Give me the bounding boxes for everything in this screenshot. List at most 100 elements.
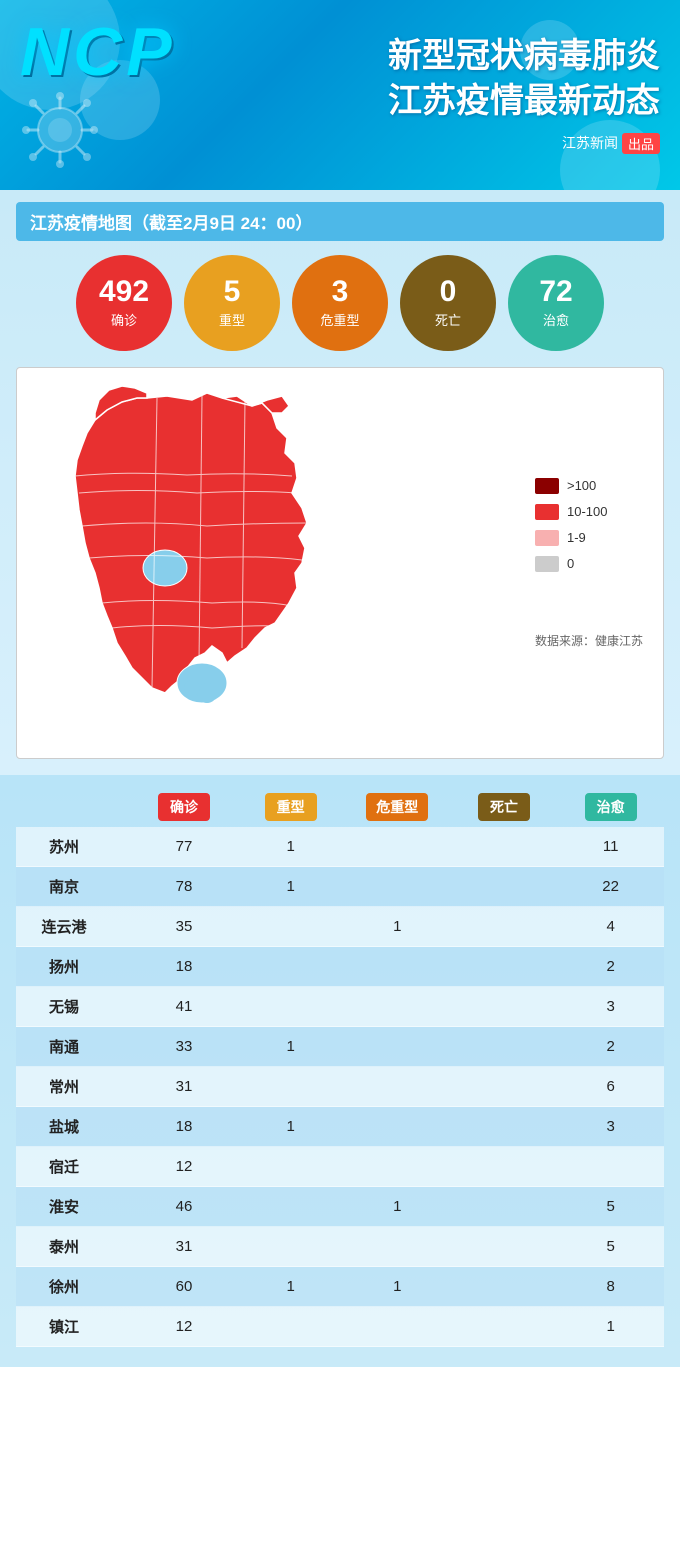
- city-name: 常州: [16, 1067, 112, 1107]
- city-name: 宿迁: [16, 1147, 112, 1187]
- city-name: 镇江: [16, 1307, 112, 1347]
- severe-cell: [237, 1067, 344, 1107]
- table-row: 宿迁 12: [16, 1147, 664, 1187]
- critical-cell: 1: [344, 1187, 451, 1227]
- city-name: 南通: [16, 1027, 112, 1067]
- recovered-cell: [557, 1147, 664, 1187]
- legend-color-0: [535, 556, 559, 572]
- data-source: 数据来源：健康江苏: [535, 632, 643, 649]
- confirmed-cell: 78: [131, 867, 238, 907]
- confirmed-cell: 77: [131, 827, 238, 867]
- legend-item-0: 0: [535, 556, 607, 572]
- spacer: [112, 1067, 131, 1107]
- recovered-cell: 8: [557, 1267, 664, 1307]
- critical-cell: 1: [344, 907, 451, 947]
- th-city: [16, 787, 112, 827]
- critical-cell: [344, 867, 451, 907]
- table-row: 无锡 41 3: [16, 987, 664, 1027]
- confirmed-cell: 60: [131, 1267, 238, 1307]
- confirmed-label: 确诊: [111, 310, 137, 329]
- severe-cell: [237, 947, 344, 987]
- legend-label-100plus: >100: [567, 478, 596, 493]
- death-cell: [451, 1267, 558, 1307]
- th-severe-label: 重型: [265, 793, 317, 821]
- death-cell: [451, 827, 558, 867]
- severe-num: 5: [224, 277, 241, 307]
- severe-cell: 1: [237, 1267, 344, 1307]
- death-cell: [451, 947, 558, 987]
- recovered-cell: 1: [557, 1307, 664, 1347]
- legend-color-1-9: [535, 530, 559, 546]
- critical-cell: [344, 1307, 451, 1347]
- recovered-cell: 3: [557, 1107, 664, 1147]
- severe-cell: 1: [237, 827, 344, 867]
- th-confirmed-label: 确诊: [158, 793, 210, 821]
- map-container: >100 10-100 1-9 0 数据来源：健康江苏: [16, 367, 664, 759]
- death-cell: [451, 1147, 558, 1187]
- recovered-cell: 6: [557, 1067, 664, 1107]
- legend-color-100plus: [535, 478, 559, 494]
- critical-cell: [344, 1107, 451, 1147]
- death-cell: [451, 1107, 558, 1147]
- legend-label-1-9: 1-9: [567, 530, 586, 545]
- confirmed-cell: 46: [131, 1187, 238, 1227]
- recovered-cell: 3: [557, 987, 664, 1027]
- virus-icon: [20, 90, 100, 170]
- legend-area: >100 10-100 1-9 0 数据来源：健康江苏: [535, 478, 653, 649]
- severe-label: 重型: [219, 310, 245, 329]
- severe-cell: [237, 987, 344, 1027]
- death-cell: [451, 1187, 558, 1227]
- death-cell: [451, 1227, 558, 1267]
- th-death-label: 死亡: [478, 793, 530, 821]
- city-name: 盐城: [16, 1107, 112, 1147]
- critical-cell: [344, 1227, 451, 1267]
- stat-confirmed: 492 确诊: [76, 255, 172, 351]
- header-right: 新型冠状病毒肺炎江苏疫情最新动态 江苏新闻 出品: [176, 34, 660, 153]
- table-row: 泰州315: [16, 1227, 664, 1267]
- stat-death: 0 死亡: [400, 255, 496, 351]
- spacer: [112, 827, 131, 867]
- severe-cell: [237, 1227, 344, 1267]
- critical-cell: [344, 1147, 451, 1187]
- severe-cell: [237, 1187, 344, 1227]
- ncp-logo: NCP: [20, 18, 176, 86]
- confirmed-cell: 41: [131, 987, 238, 1027]
- table-row: 扬州182: [16, 947, 664, 987]
- critical-cell: 1: [344, 1267, 451, 1307]
- city-name: 淮安: [16, 1187, 112, 1227]
- city-name: 无锡: [16, 987, 112, 1027]
- city-name: 徐州: [16, 1267, 112, 1307]
- th-critical: 危重型: [344, 787, 451, 827]
- severe-cell: 1: [237, 1027, 344, 1067]
- recovered-cell: 5: [557, 1227, 664, 1267]
- death-cell: [451, 907, 558, 947]
- confirmed-cell: 12: [131, 1147, 238, 1187]
- severe-cell: [237, 1307, 344, 1347]
- spacer: [112, 947, 131, 987]
- legend-item-10-100: 10-100: [535, 504, 607, 520]
- severe-cell: [237, 907, 344, 947]
- recovered-cell: 5: [557, 1187, 664, 1227]
- legend-label-0: 0: [567, 556, 574, 571]
- map-section: 江苏疫情地图（截至2月9日 24：00） 492 确诊 5 重型 3 危重型 0…: [0, 190, 680, 775]
- map-legend: >100 10-100 1-9 0: [535, 478, 627, 612]
- city-name: 连云港: [16, 907, 112, 947]
- table-row: 连云港3514: [16, 907, 664, 947]
- confirmed-num: 492: [99, 277, 149, 307]
- table-row: 南京78122: [16, 867, 664, 907]
- city-name: 泰州: [16, 1227, 112, 1267]
- spacer: [112, 1227, 131, 1267]
- recovered-cell: 4: [557, 907, 664, 947]
- spacer: [112, 1107, 131, 1147]
- table-header-row: 确诊 重型 危重型 死亡 治愈: [16, 787, 664, 827]
- header: NCP 新型冠状病毒肺炎江苏疫情最新动态 江苏新闻 出品: [0, 0, 680, 190]
- recovered-cell: 2: [557, 1027, 664, 1067]
- table-section: 确诊 重型 危重型 死亡 治愈 苏州77111南京78122连云港3514扬州1…: [0, 775, 680, 1367]
- stat-severe: 5 重型: [184, 255, 280, 351]
- map-title: 江苏疫情地图（截至2月9日 24：00）: [16, 202, 664, 241]
- confirmed-cell: 33: [131, 1027, 238, 1067]
- death-num: 0: [440, 277, 457, 307]
- recovered-num: 72: [539, 277, 572, 307]
- th-critical-label: 危重型: [366, 793, 428, 821]
- city-name: 苏州: [16, 827, 112, 867]
